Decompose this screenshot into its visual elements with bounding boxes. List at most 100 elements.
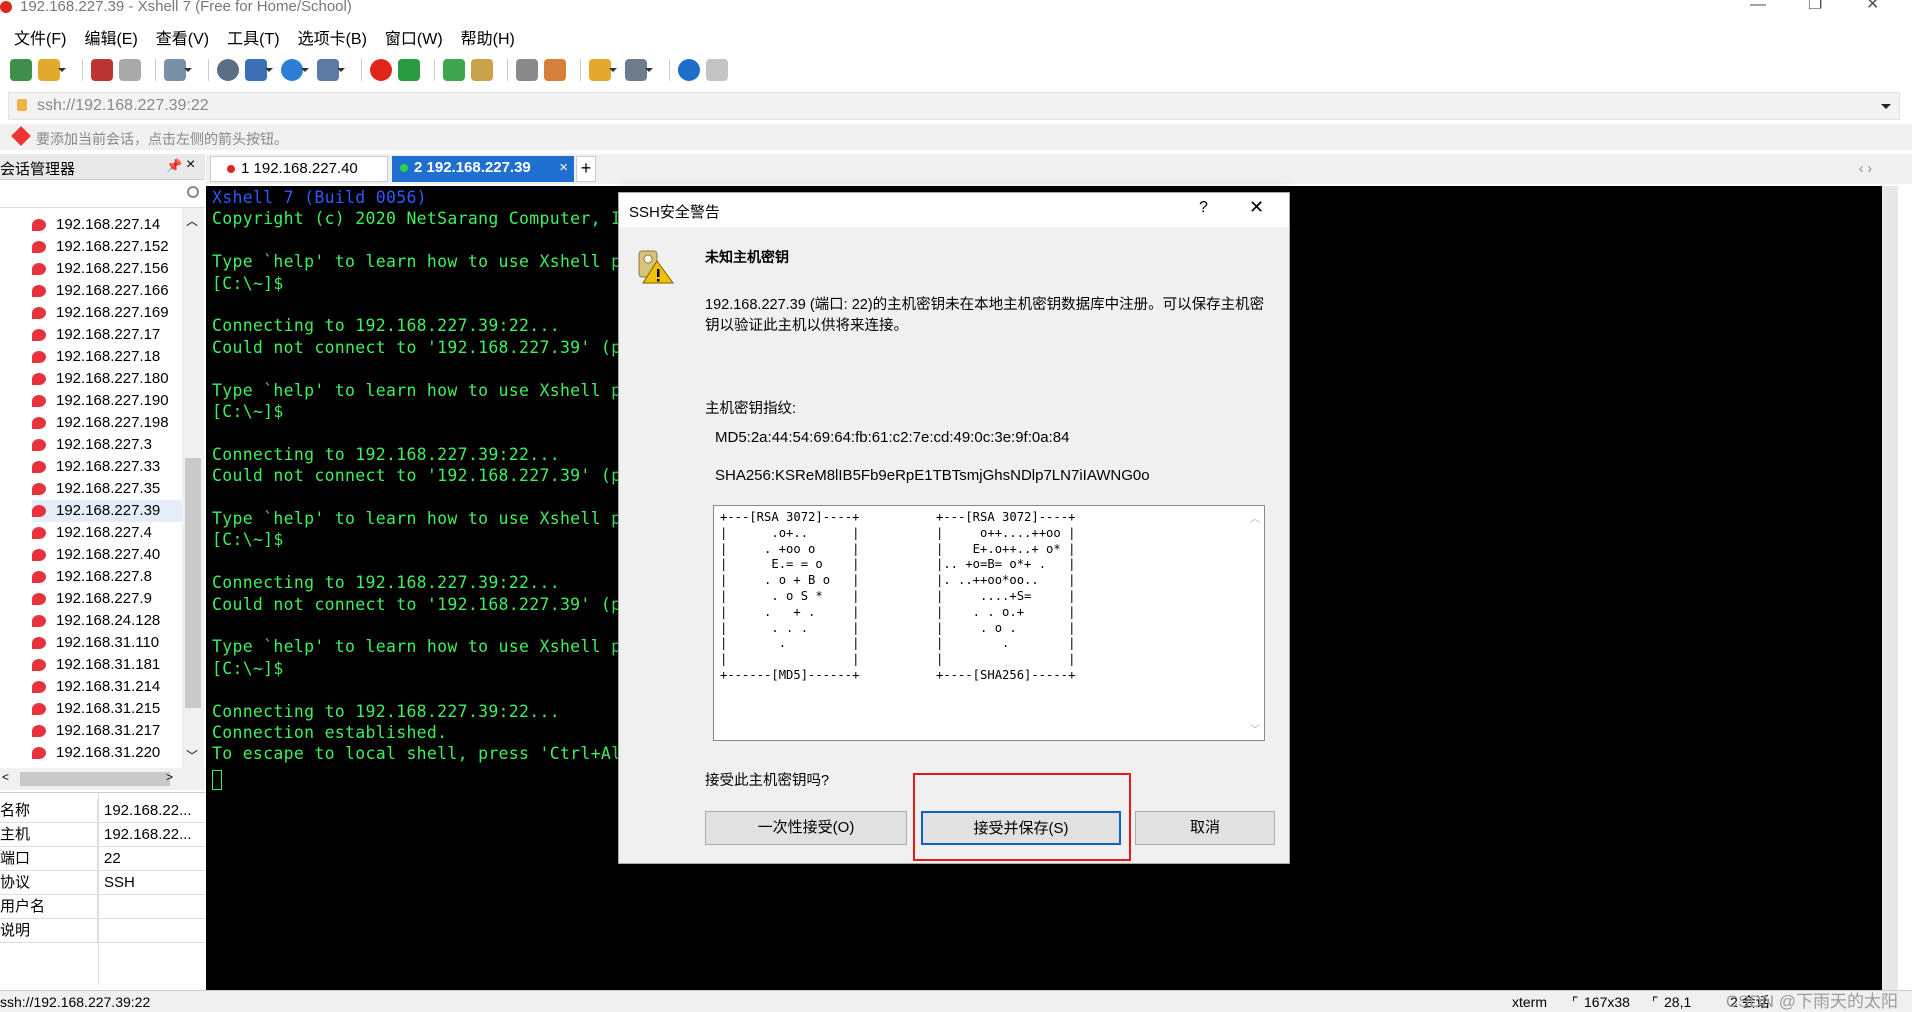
- add-session-arrow-icon[interactable]: [11, 126, 31, 146]
- menu-file[interactable]: 文件(F): [14, 25, 66, 49]
- script-icon[interactable]: [544, 59, 566, 81]
- session-label: 192.168.227.40: [56, 546, 161, 563]
- menu-tools[interactable]: 工具(T): [227, 25, 279, 49]
- session-item[interactable]: 192.168.227.39: [32, 500, 182, 522]
- session-item[interactable]: 192.168.31.215: [32, 698, 182, 720]
- find-icon[interactable]: [217, 59, 239, 81]
- properties-icon[interactable]: [164, 59, 192, 81]
- address-bar[interactable]: ssh://192.168.227.39:22: [8, 92, 1900, 120]
- close-window-icon[interactable]: ✕: [1866, 0, 1879, 13]
- cancel-button[interactable]: 取消: [1135, 811, 1275, 845]
- session-item[interactable]: 192.168.227.18: [32, 346, 182, 368]
- scroll-down-icon[interactable]: ﹀: [1250, 721, 1260, 736]
- session-item[interactable]: 192.168.227.152: [32, 236, 182, 258]
- session-item[interactable]: 192.168.227.156: [32, 258, 182, 280]
- terminal-scrollbar[interactable]: [1882, 186, 1898, 990]
- session-list-scrollbar[interactable]: ︿ ﹀: [182, 208, 204, 768]
- session-label: 192.168.227.190: [56, 392, 169, 409]
- session-item[interactable]: 192.168.227.9: [32, 588, 182, 610]
- close-tab-icon[interactable]: ×: [559, 156, 568, 180]
- xshell-icon[interactable]: [370, 59, 392, 81]
- session-item[interactable]: 192.168.227.33: [32, 456, 182, 478]
- session-item[interactable]: 192.168.24.128: [32, 610, 182, 632]
- session-item[interactable]: 192.168.227.198: [32, 412, 182, 434]
- scroll-down-icon[interactable]: ﹀: [186, 747, 198, 764]
- scroll-up-icon[interactable]: ︿: [186, 212, 198, 229]
- session-item[interactable]: 192.168.227.14: [32, 214, 182, 236]
- tab-bar: 1 192.168.227.40 2 192.168.227.39 × + ‹ …: [206, 154, 1912, 184]
- session-item[interactable]: 192.168.227.3: [32, 434, 182, 456]
- chat-icon[interactable]: [706, 59, 728, 81]
- hscroll-thumb[interactable]: [20, 772, 170, 786]
- scroll-up-icon[interactable]: ︿: [1250, 510, 1260, 525]
- tab-nav-icon[interactable]: ‹ ›: [1859, 160, 1872, 176]
- menu-view[interactable]: 查看(V): [156, 25, 209, 49]
- status-terminal-type: xterm: [1512, 994, 1547, 1010]
- font-icon[interactable]: [317, 59, 345, 81]
- session-label: 192.168.31.214: [56, 678, 161, 695]
- status-cursor-icon: ⌜: [1652, 994, 1659, 1010]
- session-item[interactable]: 192.168.227.40: [32, 544, 182, 566]
- help-icon[interactable]: ?: [1199, 199, 1208, 217]
- layout-icon[interactable]: [245, 59, 273, 81]
- dialog-title: SSH安全警告: [629, 204, 720, 221]
- session-item[interactable]: 192.168.227.190: [32, 390, 182, 412]
- session-item[interactable]: 192.168.31.110: [32, 632, 182, 654]
- session-item[interactable]: 192.168.227.17: [32, 324, 182, 346]
- property-divider: [98, 793, 99, 985]
- close-icon[interactable]: ✕: [1249, 197, 1264, 218]
- terminal-line: Could not connect to '192.168.227.39' (p…: [212, 337, 632, 357]
- pin-icon[interactable]: 📌: [166, 158, 182, 174]
- disconnect-icon[interactable]: [119, 59, 141, 81]
- minimize-icon[interactable]: —: [1750, 0, 1766, 13]
- chevron-down-icon[interactable]: [1881, 104, 1891, 114]
- tab-session-2[interactable]: 2 192.168.227.39 ×: [392, 156, 574, 182]
- menu-tabs[interactable]: 选项卡(B): [298, 25, 367, 49]
- menu-help[interactable]: 帮助(H): [461, 25, 515, 49]
- globe-icon[interactable]: [281, 59, 309, 81]
- accept-and-save-button[interactable]: 接受并保存(S): [921, 811, 1121, 845]
- scroll-thumb[interactable]: [185, 458, 201, 708]
- transfer-icon[interactable]: [589, 59, 617, 81]
- restore-icon[interactable]: ❐: [1808, 0, 1822, 13]
- open-folder-icon[interactable]: [38, 59, 66, 81]
- randomart-box[interactable]: +---[RSA 3072]----+ | .o+.. | | . +oo o …: [713, 505, 1265, 741]
- scroll-left-icon[interactable]: <: [2, 770, 9, 784]
- randomart-scrollbar[interactable]: ︿ ﹀: [1248, 508, 1262, 738]
- session-item[interactable]: 192.168.31.181: [32, 654, 182, 676]
- tab-session-1[interactable]: 1 192.168.227.40: [210, 156, 388, 182]
- session-label: 192.168.227.180: [56, 370, 169, 387]
- connect-icon[interactable]: [91, 59, 113, 81]
- dialog-heading: 未知主机密钥: [705, 249, 789, 265]
- session-item[interactable]: 192.168.227.166: [32, 280, 182, 302]
- keyboard-icon[interactable]: [516, 59, 538, 81]
- session-item[interactable]: 192.168.227.8: [32, 566, 182, 588]
- terminal-line: Type `help' to learn how to use Xshell p…: [212, 252, 632, 272]
- close-panel-icon[interactable]: ×: [186, 156, 195, 174]
- session-icon: [32, 637, 46, 649]
- session-item[interactable]: 192.168.31.220: [32, 742, 182, 764]
- menu-window[interactable]: 窗口(W): [385, 25, 443, 49]
- session-item[interactable]: 192.168.227.169: [32, 302, 182, 324]
- session-search[interactable]: [0, 182, 205, 208]
- session-item[interactable]: 192.168.31.217: [32, 720, 182, 742]
- lock-icon[interactable]: [471, 59, 493, 81]
- xftp-icon[interactable]: [398, 59, 420, 81]
- session-item[interactable]: 192.168.227.180: [32, 368, 182, 390]
- tile-icon[interactable]: [625, 59, 653, 81]
- scroll-right-icon[interactable]: >: [166, 770, 173, 784]
- session-list-hscrollbar[interactable]: < >: [0, 768, 205, 790]
- search-icon[interactable]: [187, 186, 199, 198]
- add-tab-button[interactable]: +: [576, 156, 596, 182]
- fullscreen-icon[interactable]: [443, 59, 465, 81]
- session-item[interactable]: 192.168.227.35: [32, 478, 182, 500]
- help-icon[interactable]: [678, 59, 700, 81]
- session-item[interactable]: 192.168.31.214: [32, 676, 182, 698]
- accept-once-button[interactable]: 一次性接受(O): [705, 811, 907, 845]
- status-cursor-pos: 28,1: [1664, 994, 1692, 1010]
- menu-edit[interactable]: 编辑(E): [84, 25, 137, 49]
- session-item[interactable]: 192.168.227.4: [32, 522, 182, 544]
- new-session-icon[interactable]: [10, 59, 32, 81]
- property-row: 名称 192.168.22...: [0, 799, 205, 823]
- address-input[interactable]: ssh://192.168.227.39:22: [37, 97, 209, 115]
